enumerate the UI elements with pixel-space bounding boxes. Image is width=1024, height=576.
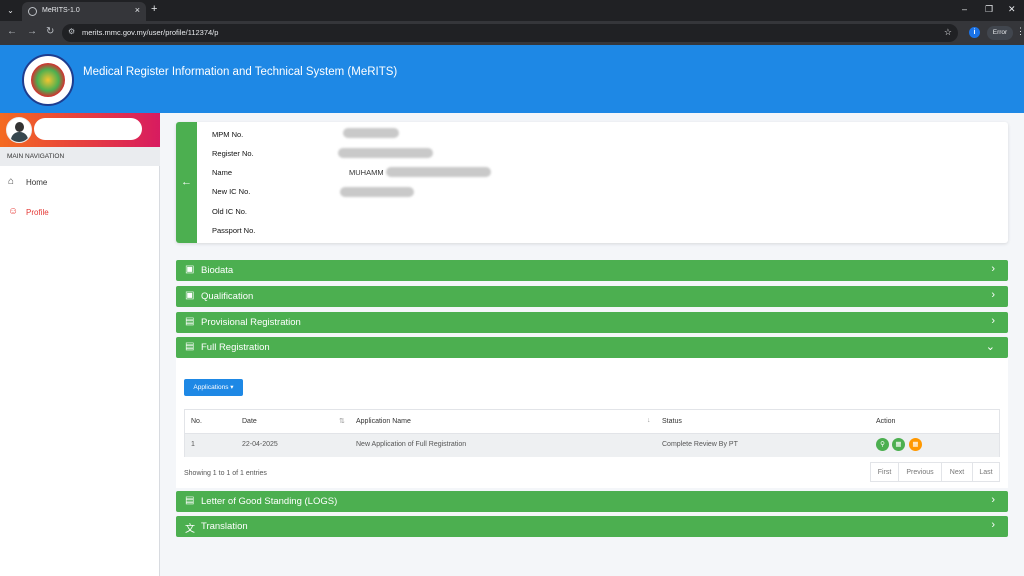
pager-last[interactable]: Last (972, 462, 1000, 482)
col-no[interactable]: No. (191, 418, 202, 425)
section-label: Biodata (201, 265, 234, 276)
sort-desc-icon[interactable]: ↓ (647, 417, 651, 424)
back-button[interactable]: ← (176, 122, 197, 243)
pager-next[interactable]: Next (941, 462, 973, 482)
chevron-right-icon: › (991, 263, 995, 275)
section-label: Provisional Registration (201, 317, 301, 328)
sidebar-item-label: Home (26, 178, 48, 187)
col-action: Action (876, 418, 896, 425)
restore-icon[interactable]: ❐ (985, 4, 993, 15)
browser-toolbar: ← → ↻ ⚙ merits.mmc.gov.my/user/profile/1… (0, 21, 1024, 45)
section-qualification[interactable]: ▣ Qualification › (176, 286, 1008, 307)
chevron-right-icon: › (991, 289, 995, 301)
section-full-registration[interactable]: ▤ Full Registration ⌄ (176, 337, 1008, 358)
bookmark-star-icon[interactable]: ☆ (944, 27, 952, 38)
redacted-new-ic (340, 187, 414, 197)
redacted-mpm (343, 128, 399, 138)
table-header: No. Date ⇅ Application Name ↓ Status Act… (185, 410, 999, 434)
redacted-user-name (34, 118, 142, 140)
pager-previous[interactable]: Previous (898, 462, 942, 482)
app-header: Medical Register Information and Technic… (0, 45, 1024, 113)
browser-tab-bar: ⌄ MeRITS-1.0 × + – ❐ ✕ (0, 0, 1024, 21)
app-title: Medical Register Information and Technic… (83, 66, 398, 78)
mmc-logo (22, 54, 74, 106)
home-icon: ⌂ (8, 176, 15, 187)
more-menu-icon[interactable]: ⋮ (1016, 26, 1024, 37)
field-label-old-ic: Old IC No. (212, 207, 248, 216)
field-label-name: Name (212, 168, 233, 177)
table-row: 1 22-04-2025 New Application of Full Reg… (185, 434, 999, 457)
entries-info: Showing 1 to 1 of 1 entries (184, 470, 267, 477)
section-label: Full Registration (201, 342, 270, 353)
print-alt-icon[interactable]: ▦ (909, 438, 922, 451)
section-label: Qualification (201, 291, 254, 302)
reload-icon[interactable]: ↻ (46, 26, 54, 37)
field-label-register: Register No. (212, 149, 254, 158)
nav-header: MAIN NAVIGATION (0, 147, 160, 166)
cell-application-name: New Application of Full Registration (356, 441, 467, 448)
redacted-register (338, 148, 433, 158)
col-status[interactable]: Status (662, 418, 682, 425)
error-badge[interactable]: Error (987, 26, 1013, 40)
applications-table: No. Date ⇅ Application Name ↓ Status Act… (184, 409, 1000, 457)
clipboard-icon: ▤ (185, 495, 195, 506)
section-provisional-registration[interactable]: ▤ Provisional Registration › (176, 312, 1008, 333)
arrow-left-icon: ← (181, 176, 192, 188)
view-icon[interactable]: ⚲ (876, 438, 889, 451)
name-value: MUHAMM (349, 168, 384, 177)
col-date[interactable]: Date (242, 418, 257, 425)
extension-info-icon[interactable]: i (969, 27, 980, 38)
full-registration-panel: Applications ▾ No. Date ⇅ Application Na… (176, 358, 1008, 488)
browser-tab[interactable]: MeRITS-1.0 × (22, 2, 146, 21)
chevron-down-icon: ⌄ (985, 341, 995, 353)
avatar (6, 117, 32, 143)
back-icon[interactable]: ← (7, 26, 17, 37)
redacted-name (386, 167, 491, 177)
id-card-icon: ▣ (185, 264, 195, 275)
chevron-right-icon: › (991, 315, 995, 327)
pager-first[interactable]: First (870, 462, 899, 482)
field-label-mpm: MPM No. (212, 130, 244, 139)
globe-icon (28, 7, 37, 16)
translate-icon: 文 (185, 524, 195, 535)
cell-no: 1 (191, 441, 195, 448)
chevron-right-icon: › (991, 519, 995, 531)
tab-search-icon[interactable]: ⌄ (4, 4, 17, 17)
new-tab-icon[interactable]: + (151, 3, 157, 15)
cell-date: 22-04-2025 (242, 441, 278, 448)
close-tab-icon[interactable]: × (135, 5, 140, 15)
address-bar[interactable]: ⚙ merits.mmc.gov.my/user/profile/112374/… (62, 24, 958, 42)
applications-dropdown-button[interactable]: Applications ▾ (184, 379, 243, 396)
site-info-icon[interactable]: ⚙ (68, 27, 75, 36)
minimize-icon[interactable]: – (962, 4, 967, 14)
chevron-right-icon: › (991, 494, 995, 506)
section-translation[interactable]: 文 Translation › (176, 516, 1008, 537)
print-icon[interactable]: ▦ (892, 438, 905, 451)
clipboard-icon: ▤ (185, 316, 195, 327)
id-card-icon: ▣ (185, 290, 195, 301)
sidebar: MAIN NAVIGATION ⌂ Home ☺ Profile (0, 113, 160, 576)
window-close-icon[interactable]: ✕ (1008, 4, 1016, 15)
profile-card: ← MPM No. Register No. Name New IC No. O… (176, 122, 1008, 243)
section-label: Letter of Good Standing (LOGS) (201, 496, 338, 507)
address-url: merits.mmc.gov.my/user/profile/112374/p (82, 28, 219, 37)
sort-icon[interactable]: ⇅ (339, 417, 345, 425)
sidebar-item-home[interactable]: ⌂ Home (0, 170, 160, 194)
field-label-passport: Passport No. (212, 226, 256, 235)
sidebar-item-label: Profile (26, 208, 49, 217)
col-application-name[interactable]: Application Name (356, 418, 411, 425)
section-biodata[interactable]: ▣ Biodata › (176, 260, 1008, 281)
forward-icon[interactable]: → (27, 26, 37, 37)
sidebar-item-profile[interactable]: ☺ Profile (0, 200, 160, 224)
section-label: Translation (201, 521, 248, 532)
cell-status: Complete Review By PT (662, 441, 738, 448)
user-panel (0, 113, 160, 147)
clipboard-icon: ▤ (185, 341, 195, 352)
applications-label: Applications (193, 384, 229, 391)
section-logs[interactable]: ▤ Letter of Good Standing (LOGS) › (176, 491, 1008, 512)
tab-title: MeRITS-1.0 (42, 7, 80, 14)
profile-icon: ☺ (8, 206, 19, 217)
field-label-new-ic: New IC No. (212, 187, 251, 196)
